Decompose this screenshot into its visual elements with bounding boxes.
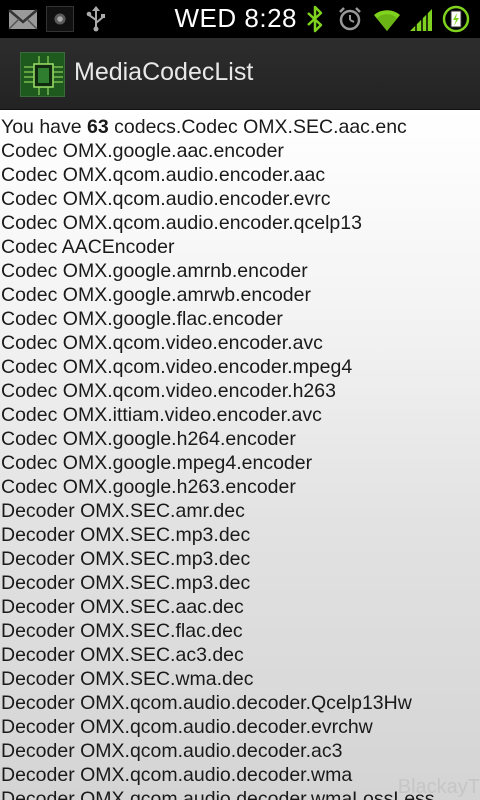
codec-list-item: Codec OMX.ittiam.video.encoder.avc bbox=[1, 404, 322, 426]
status-bar: WED 8:28 bbox=[0, 0, 480, 38]
codec-list-item: Codec OMX.qcom.audio.encoder.qcelp13 bbox=[1, 212, 362, 234]
alarm-icon bbox=[339, 7, 361, 31]
codec-list-item: Decoder OMX.SEC.ac3.dec bbox=[1, 644, 244, 666]
status-clock: WED 8:28 bbox=[174, 3, 297, 33]
photo-icon bbox=[46, 6, 74, 32]
codec-list-content[interactable]: You have 63 codecs.Codec OMX.SEC.aac.enc… bbox=[0, 110, 480, 800]
codec-list-item: Codec OMX.google.amrwb.encoder bbox=[1, 284, 311, 306]
codec-list-item: Codec OMX.google.aac.encoder bbox=[1, 140, 284, 162]
codec-list-item: Decoder OMX.qcom.audio.decoder.evrchw bbox=[1, 716, 373, 738]
codec-list-item: Decoder OMX.SEC.mp3.dec bbox=[1, 548, 251, 570]
codec-count: 63 bbox=[87, 116, 109, 138]
codec-list-item: Decoder OMX.qcom.audio.decoder.ac3 bbox=[1, 740, 343, 762]
watermark: BlackayT bbox=[397, 776, 480, 798]
codec-list-item: Decoder OMX.SEC.flac.dec bbox=[1, 620, 243, 642]
codec-list-item: Decoder OMX.SEC.aac.dec bbox=[1, 596, 244, 618]
codec-list-item: Codec OMX.google.h264.encoder bbox=[1, 428, 296, 450]
app-title: MediaCodecList bbox=[74, 58, 254, 86]
codec-summary: You have 63 codecs.Codec OMX.SEC.aac.enc bbox=[1, 116, 407, 138]
codec-list-item: Decoder OMX.SEC.mp3.dec bbox=[1, 572, 251, 594]
usb-icon bbox=[86, 6, 105, 32]
signal-icon bbox=[410, 9, 432, 31]
circuit-board-icon[interactable] bbox=[20, 52, 65, 97]
codec-list-item: Decoder OMX.qcom.audio.decoder.wmaLossLe… bbox=[1, 788, 435, 800]
codec-list-item: Decoder OMX.SEC.wma.dec bbox=[1, 668, 254, 690]
codec-list-item: Decoder OMX.qcom.audio.decoder.wma bbox=[1, 764, 353, 786]
wifi-icon bbox=[374, 10, 400, 32]
codec-list-item: Decoder OMX.qcom.audio.decoder.Qcelp13Hw bbox=[1, 692, 412, 714]
gmail-icon bbox=[8, 9, 38, 30]
codec-list-item: Codec OMX.google.h263.encoder bbox=[1, 476, 296, 498]
codec-list-item: Codec OMX.qcom.audio.encoder.evrc bbox=[1, 188, 331, 210]
codec-list-item: Codec OMX.google.amrnb.encoder bbox=[1, 260, 308, 282]
codec-list-item: Codec OMX.qcom.video.encoder.h263 bbox=[1, 380, 336, 402]
codec-list-item: Codec AACEncoder bbox=[1, 236, 175, 258]
bluetooth-icon bbox=[307, 5, 323, 33]
battery-charging-icon bbox=[442, 5, 470, 33]
codec-list-item: Codec OMX.google.flac.encoder bbox=[1, 308, 283, 330]
codec-list-item: Codec OMX.qcom.video.encoder.avc bbox=[1, 332, 323, 354]
codec-list-item: Codec OMX.qcom.video.encoder.mpeg4 bbox=[1, 356, 353, 378]
codec-list-item: Decoder OMX.SEC.mp3.dec bbox=[1, 524, 251, 546]
codec-list-item: Codec OMX.qcom.audio.encoder.aac bbox=[1, 164, 326, 186]
action-bar: MediaCodecList bbox=[0, 38, 480, 110]
codec-list-item: Decoder OMX.SEC.amr.dec bbox=[1, 500, 245, 522]
codec-list-item: Codec OMX.google.mpeg4.encoder bbox=[1, 452, 313, 474]
